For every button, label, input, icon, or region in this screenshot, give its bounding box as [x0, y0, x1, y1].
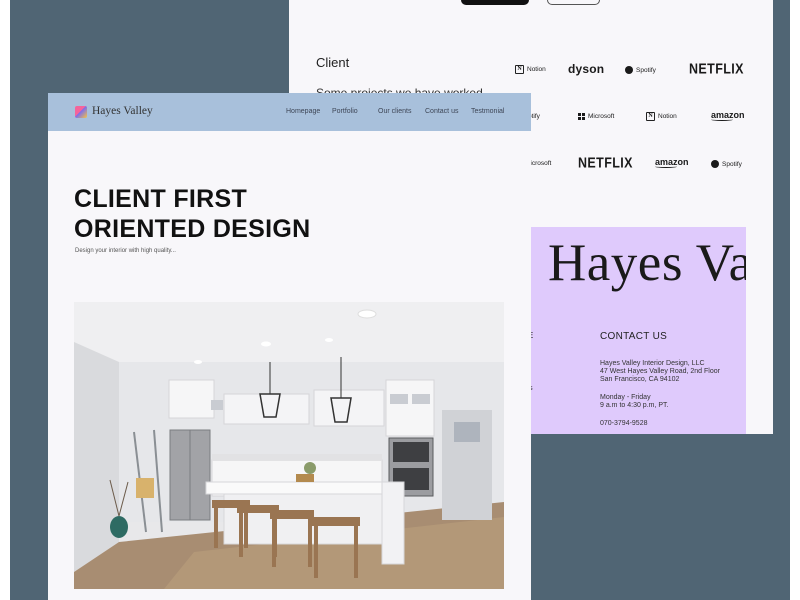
notion-icon: N	[515, 65, 524, 74]
netflix-logo: NETFLIX	[689, 60, 744, 78]
notion-logo: N Notion	[515, 65, 546, 74]
contact-heading: CONTACT US	[600, 331, 668, 342]
nav-homepage[interactable]: Homepage	[286, 108, 320, 115]
nav-portfolio[interactable]: Portfolio	[332, 108, 358, 115]
kitchen-photo	[74, 302, 504, 589]
amazon-logo: amazon	[655, 157, 689, 168]
hours-line: 9 a.m to 4:30 p.m, PT.	[600, 402, 669, 409]
top-navbar: Hayes Valley Homepage Portfolio Our clie…	[48, 93, 531, 131]
address-line: San Francisco, CA 94102	[600, 376, 680, 383]
nav-testimonial[interactable]: Testmonial	[471, 108, 504, 115]
phone-number[interactable]: 070-3794-9528	[600, 420, 648, 427]
notion-logo: N Notion	[646, 112, 677, 121]
address-line: 47 West Hayes Valley Road, 2nd Floor	[600, 368, 720, 375]
netflix-logo: NETFLIX	[578, 154, 633, 172]
dyson-logo: dyson	[568, 62, 605, 76]
brand-logo-icon[interactable]	[75, 106, 87, 118]
amazon-smile-icon	[655, 165, 677, 168]
address-line: Hayes Valley Interior Design, LLC	[600, 360, 705, 367]
hero-title: CLIENT FIRST ORIENTED DESIGN	[74, 185, 311, 243]
amazon-logo: amazon	[711, 110, 745, 121]
spotify-icon	[711, 160, 719, 168]
nav-contact-us[interactable]: Contact us	[425, 108, 458, 115]
primary-button[interactable]	[461, 0, 529, 5]
footer-panel: Hayes Valley E ils CONTACT US Hayes Vall…	[530, 227, 746, 434]
notion-icon: N	[646, 112, 655, 121]
brand-name[interactable]: Hayes Valley	[92, 105, 153, 117]
spotify-icon	[625, 66, 633, 74]
canvas-background: Client Some projects we have worked N No…	[10, 0, 790, 600]
hero-subtitle: Design your interior with high quality..…	[75, 248, 176, 254]
spotify-logo: Spotify	[625, 66, 656, 74]
homepage: Hayes Valley Homepage Portfolio Our clie…	[48, 93, 531, 600]
hours-line: Monday - Friday	[600, 394, 651, 401]
microsoft-icon	[578, 113, 585, 120]
nav-our-clients[interactable]: Our clients	[378, 108, 411, 115]
amazon-smile-icon	[711, 118, 733, 121]
microsoft-logo: Microsoft	[578, 113, 614, 120]
footer-brand-wordmark: Hayes Valley	[548, 234, 746, 292]
spotify-logo: Spotify	[711, 160, 742, 168]
client-heading: Client	[316, 55, 350, 70]
secondary-button[interactable]	[547, 0, 600, 5]
